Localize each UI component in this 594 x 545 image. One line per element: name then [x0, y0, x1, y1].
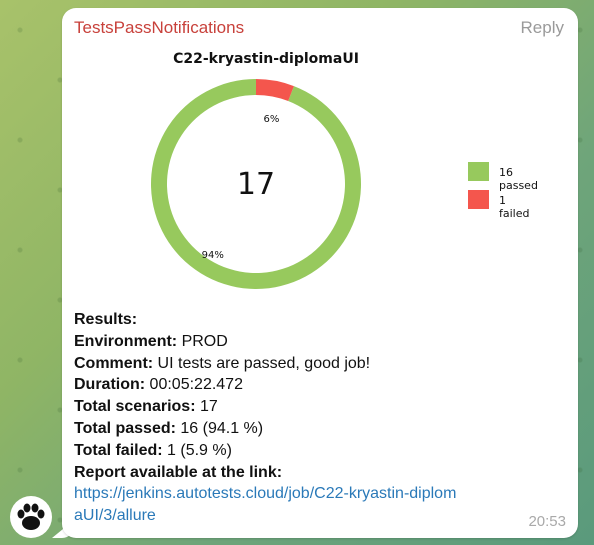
legend-swatch-passed [468, 162, 489, 181]
paw-icon [17, 503, 45, 530]
message-time: 20:53 [528, 513, 566, 530]
comment-label: Comment: [74, 354, 154, 372]
total-scenarios-row: Total scenarios: 17 [74, 396, 564, 418]
results-text: Results: Environment: PROD Comment: UI t… [74, 309, 564, 527]
total-failed-row: Total failed: 1 (5.9 %) [74, 440, 564, 462]
sender-name[interactable]: TestsPassNotifications [74, 18, 244, 38]
duration-label: Duration: [74, 376, 146, 394]
avatar[interactable] [10, 496, 52, 538]
report-label: Report available at the link: [74, 463, 283, 481]
total-passed-value: 16 (94.1 %) [175, 419, 264, 437]
comment-row: Comment: UI tests are passed, good job! [74, 353, 564, 375]
total-scenarios-label: Total scenarios: [74, 398, 196, 416]
legend-label-failed: 1 failed [499, 194, 530, 220]
report-link[interactable]: https://jenkins.autotests.cloud/job/C22-… [74, 485, 456, 524]
results-header: Results: [74, 311, 138, 328]
slice-label-passed: 94% [202, 250, 224, 261]
report-link-row: https://jenkins.autotests.cloud/job/C22-… [74, 483, 464, 527]
slice-label-failed: 6% [263, 114, 279, 125]
donut-chart: 17 94% 6% [151, 79, 361, 290]
legend-label-passed: 16 passed [499, 166, 538, 192]
legend-swatch-failed [468, 190, 489, 209]
total-passed-row: Total passed: 16 (94.1 %) [74, 418, 564, 440]
environment-row: Environment: PROD [74, 331, 564, 353]
environment-value: PROD [177, 332, 228, 350]
total-passed-label: Total passed: [74, 419, 176, 437]
duration-value: 00:05:22.472 [145, 376, 243, 394]
total-failed-value: 1 (5.9 %) [162, 441, 232, 459]
duration-row: Duration: 00:05:22.472 [74, 374, 564, 396]
total-scenarios-value: 17 [195, 398, 218, 416]
donut-slice-failed [256, 79, 294, 102]
reply-button[interactable]: Reply [521, 18, 564, 38]
center-total: 17 [237, 167, 275, 202]
chart-title: C22-kryastin-diplomaUI [173, 51, 359, 67]
comment-value: UI tests are passed, good job! [153, 354, 371, 372]
environment-label: Environment: [74, 332, 178, 350]
total-failed-label: Total failed: [74, 441, 163, 459]
message-bubble: TestsPassNotifications Reply C22-kryasti… [62, 8, 578, 538]
